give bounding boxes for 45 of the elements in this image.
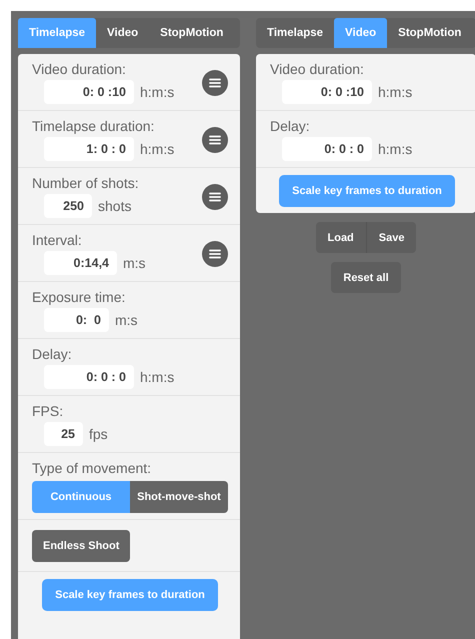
unit-label: h:m:s	[140, 141, 174, 157]
field-label: FPS:	[32, 403, 64, 419]
toggle-button[interactable]: Endless Shoot	[32, 530, 130, 562]
menu-button[interactable]	[202, 126, 228, 152]
field-label: Timelapse duration:	[32, 118, 156, 134]
tab[interactable]: StopMotion	[387, 18, 472, 48]
unit-label: h:m:s	[378, 84, 412, 100]
segment-option[interactable]: Shot-move-shot	[130, 481, 228, 513]
field-label: Exposure time:	[32, 289, 126, 305]
input-field[interactable]: 0:14,4	[44, 251, 117, 275]
menu-icon	[209, 192, 221, 202]
field-label: Video duration:	[270, 61, 365, 77]
menu-button[interactable]	[202, 70, 228, 96]
input-field[interactable]: 1: 0 : 0	[44, 137, 134, 161]
tab[interactable]: Video	[96, 18, 150, 48]
field-label: Number of shots:	[32, 175, 140, 191]
menu-icon	[209, 134, 221, 144]
field-label: Video duration:	[32, 61, 127, 77]
tab[interactable]: StopMotion	[149, 18, 234, 48]
unit-label: h:m:s	[378, 141, 412, 157]
input-field[interactable]: 0: 0 :10	[282, 80, 372, 104]
input-field[interactable]: 0: 0 :10	[44, 80, 134, 104]
file-button[interactable]: Save	[366, 222, 416, 253]
input-field[interactable]: 25	[44, 422, 83, 446]
field-label: Delay:	[32, 346, 73, 362]
input-field[interactable]: 0: 0	[44, 308, 109, 332]
input-field[interactable]: 0: 0 : 0	[44, 365, 134, 389]
unit-label: h:m:s	[140, 84, 174, 100]
unit-label: fps	[89, 426, 108, 442]
unit-label: h:m:s	[140, 369, 174, 385]
unit-label: shots	[98, 198, 132, 214]
menu-button[interactable]	[202, 240, 228, 266]
menu-icon	[209, 78, 221, 88]
field-label: Interval:	[32, 232, 83, 248]
menu-button[interactable]	[202, 184, 228, 210]
field-label: Type of movement:	[32, 460, 152, 476]
tab[interactable]: Timelapse	[256, 18, 334, 48]
field-label: Delay:	[270, 118, 311, 134]
file-button[interactable]: Load	[316, 222, 367, 253]
input-field[interactable]: 250	[44, 194, 92, 218]
input-field[interactable]: 0: 0 : 0	[282, 137, 372, 161]
unit-label: m:s	[123, 255, 146, 271]
unit-label: m:s	[115, 312, 138, 328]
reset-button[interactable]: Reset all	[331, 262, 401, 293]
menu-icon	[209, 248, 221, 258]
